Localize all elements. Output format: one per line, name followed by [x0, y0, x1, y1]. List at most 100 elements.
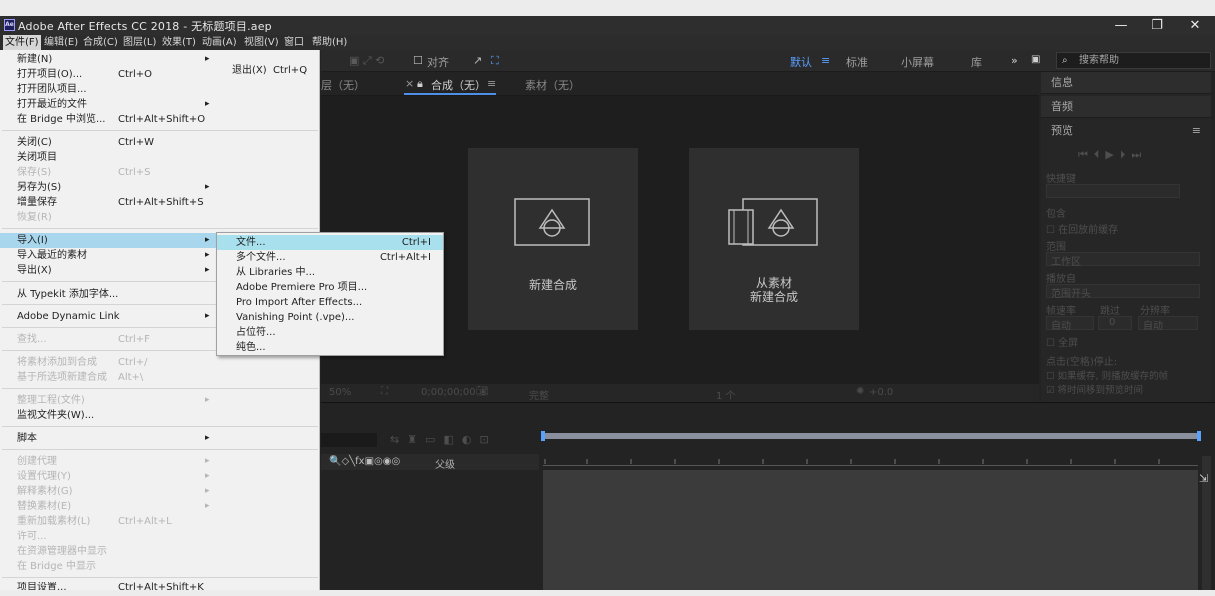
menu-layer[interactable]: 图层(L) [121, 35, 158, 50]
snap-icon[interactable]: ↗ [473, 54, 482, 67]
prev-frame-icon[interactable]: ⏴ [1094, 148, 1106, 161]
play-icon[interactable]: ▶ [1105, 148, 1119, 161]
menu-effect[interactable]: 效果(T) [160, 35, 198, 50]
new-composition-card[interactable]: 新建合成 [468, 148, 638, 330]
play-from-dropdown[interactable]: 范围开头 [1046, 284, 1200, 300]
workspace-small-screen[interactable]: 小屏幕 [901, 54, 934, 70]
workspace-standard[interactable]: 标准 [846, 54, 868, 70]
import-from-libraries-item[interactable]: 从 Libraries 中... [217, 265, 443, 280]
time-ruler[interactable] [543, 456, 1198, 466]
frame-rate-dropdown[interactable]: 自动 [1046, 316, 1094, 332]
next-frame-icon[interactable]: ⏵ [1120, 148, 1132, 161]
align-checkbox-icon[interactable]: ☐ [413, 54, 423, 67]
pro-import-item[interactable]: Pro Import After Effects... [217, 295, 443, 310]
menu-help[interactable]: 帮助(H) [310, 35, 349, 50]
maximize-button[interactable]: ❐ [1138, 16, 1176, 35]
submenu-arrow-icon: ▸ [205, 54, 210, 64]
fullscreen-checkbox[interactable]: ☐ 全屏 [1046, 334, 1078, 349]
quality-dropdown[interactable]: 完整 [529, 387, 549, 402]
menu-item-incremental-save[interactable]: 增量保存 Ctrl+Alt+Shift+S [0, 195, 320, 210]
skip-input[interactable]: 0 [1098, 316, 1132, 330]
tab-composition[interactable]: 合成（无） [431, 77, 486, 93]
vanishing-point-item[interactable]: Vanishing Point (.vpe)... [217, 310, 443, 325]
menu-item-project-settings[interactable]: 项目设置... Ctrl+Alt+Shift+K [0, 582, 320, 590]
cache-checkbox[interactable]: ☐ 在回放前缓存 [1046, 221, 1118, 236]
submenu-arrow-icon: ▸ [205, 265, 210, 275]
exposure-value[interactable]: +0.0 [869, 387, 893, 398]
workspace-default[interactable]: 默认 [790, 54, 812, 70]
menu-item-label: 重新加载素材(L) [17, 516, 91, 527]
range-dropdown[interactable]: 工作区 [1046, 252, 1200, 268]
panel-info[interactable]: 信息 [1041, 72, 1211, 94]
workspace-menu-icon[interactable]: ≡ [821, 54, 830, 67]
tab-menu-icon[interactable]: ≡ [487, 77, 496, 90]
zoom-handle-icon[interactable]: ⇲ [1199, 472, 1208, 485]
new-comp-from-footage-card[interactable]: 从素材 新建合成 [689, 148, 859, 330]
import-file-item[interactable]: 文件... Ctrl+I [217, 235, 443, 250]
navigator-end-handle[interactable] [1197, 431, 1201, 441]
column-switch-icons[interactable]: 🔍◇╲fx▣◎◉◎ [329, 456, 400, 467]
time-navigator-bar[interactable] [543, 433, 1199, 439]
panel-audio[interactable]: 音频 [1041, 96, 1211, 118]
menu-item-label: 将素材添加到合成 [17, 357, 97, 368]
preview-transport-controls[interactable]: ⏮⏴▶⏵⏭ [1078, 148, 1147, 162]
tab-layer[interactable]: 层（无） [321, 77, 365, 93]
view-count-dropdown[interactable]: 1 个 [716, 387, 736, 402]
time-navigator[interactable] [541, 430, 1201, 442]
menu-item-label: Adobe Dynamic Link [17, 311, 120, 322]
panel-preview[interactable]: 预览 ≡ [1041, 120, 1211, 142]
menu-edit[interactable]: 编辑(E) [42, 35, 80, 50]
menu-animation[interactable]: 动画(A) [200, 35, 239, 50]
import-multiple-files-item[interactable]: 多个文件... Ctrl+Alt+I [217, 250, 443, 265]
menu-item-open-project[interactable]: 打开项目(O)... Ctrl+O [0, 67, 320, 82]
zoom-dropdown[interactable]: 50% [329, 387, 351, 398]
menu-item-set-proxy: 设置代理(Y) ▸ [0, 469, 320, 484]
solid-item[interactable]: 纯色... [217, 340, 443, 355]
camera-icon[interactable]: 📷︎ [476, 386, 489, 397]
menu-file[interactable]: 文件(F) [3, 35, 41, 50]
shortcut-dropdown[interactable] [1046, 184, 1180, 198]
navigator-start-handle[interactable] [541, 431, 545, 441]
timeline-track-area[interactable] [543, 470, 1198, 590]
search-help-input[interactable]: ⌕ 搜索帮助 [1056, 52, 1211, 69]
first-frame-icon[interactable]: ⏮ [1078, 148, 1094, 161]
resolution-dropdown[interactable]: 自动 [1138, 316, 1198, 332]
menu-item-scripts[interactable]: 脚本 ▸ [0, 431, 320, 446]
menu-item-open-team-project[interactable]: 打开团队项目... [0, 82, 320, 97]
title-bar: Ae Adobe After Effects CC 2018 - 无标题项目.a… [0, 16, 1215, 35]
import-premiere-project-item[interactable]: Adobe Premiere Pro 项目... [217, 280, 443, 295]
fit-icon[interactable]: ⛶ [381, 386, 388, 397]
menu-view[interactable]: 视图(V) [242, 35, 281, 50]
workspace-library[interactable]: 库 [971, 54, 982, 70]
menu-separator [2, 449, 318, 450]
submenu-item-label: Pro Import After Effects... [236, 297, 363, 308]
menu-item-close-project[interactable]: 关闭项目 [0, 150, 320, 165]
menu-item-new[interactable]: 新建(N) ▸ [0, 52, 320, 67]
menu-item-open-recent[interactable]: 打开最近的文件 ▸ [0, 97, 320, 112]
workspace-switch-icon[interactable]: ▣ [1031, 54, 1040, 65]
menu-item-browse-bridge[interactable]: 在 Bridge 中浏览... Ctrl+Alt+Shift+O [0, 112, 320, 127]
menu-item-label: 导入(I) [17, 235, 48, 246]
menu-window[interactable]: 窗口 [282, 35, 306, 50]
menu-item-close[interactable]: 关闭(C) Ctrl+W [0, 135, 320, 150]
placeholder-item[interactable]: 占位符... [217, 325, 443, 340]
timeline-search-input[interactable] [321, 433, 377, 447]
snap-settings-icon[interactable]: ⛶ [491, 54, 499, 68]
minimize-button[interactable]: — [1102, 16, 1140, 35]
lock-icon[interactable]: 🔒︎ [417, 77, 423, 91]
last-frame-icon[interactable]: ⏭ [1131, 148, 1147, 161]
preview-menu-icon[interactable]: ≡ [1192, 120, 1201, 142]
close-button[interactable]: ✕ [1176, 16, 1214, 35]
close-tab-icon[interactable]: × [405, 77, 414, 90]
stop-option-1[interactable]: ☐ 如果缓存, 则播放缓存的帧 [1046, 368, 1168, 382]
menu-item-watch-folder[interactable]: 监视文件夹(W)... [0, 408, 320, 423]
menu-composition[interactable]: 合成(C) [81, 35, 120, 50]
menu-item-save-as[interactable]: 另存为(S) ▸ [0, 180, 320, 195]
stop-option-2[interactable]: ☑ 将时间移到预览时间 [1046, 382, 1143, 396]
timeline-switch-icons[interactable]: ⇆♜▭◧◐⊡ [390, 433, 497, 446]
submenu-arrow-icon: ▸ [205, 250, 210, 260]
exposure-icon[interactable]: ✺ [856, 386, 864, 397]
more-workspaces-button[interactable]: » [1011, 54, 1018, 67]
tab-footage[interactable]: 素材（无） [525, 77, 580, 93]
timecode-display[interactable]: 0;00;00;00 [421, 387, 476, 398]
